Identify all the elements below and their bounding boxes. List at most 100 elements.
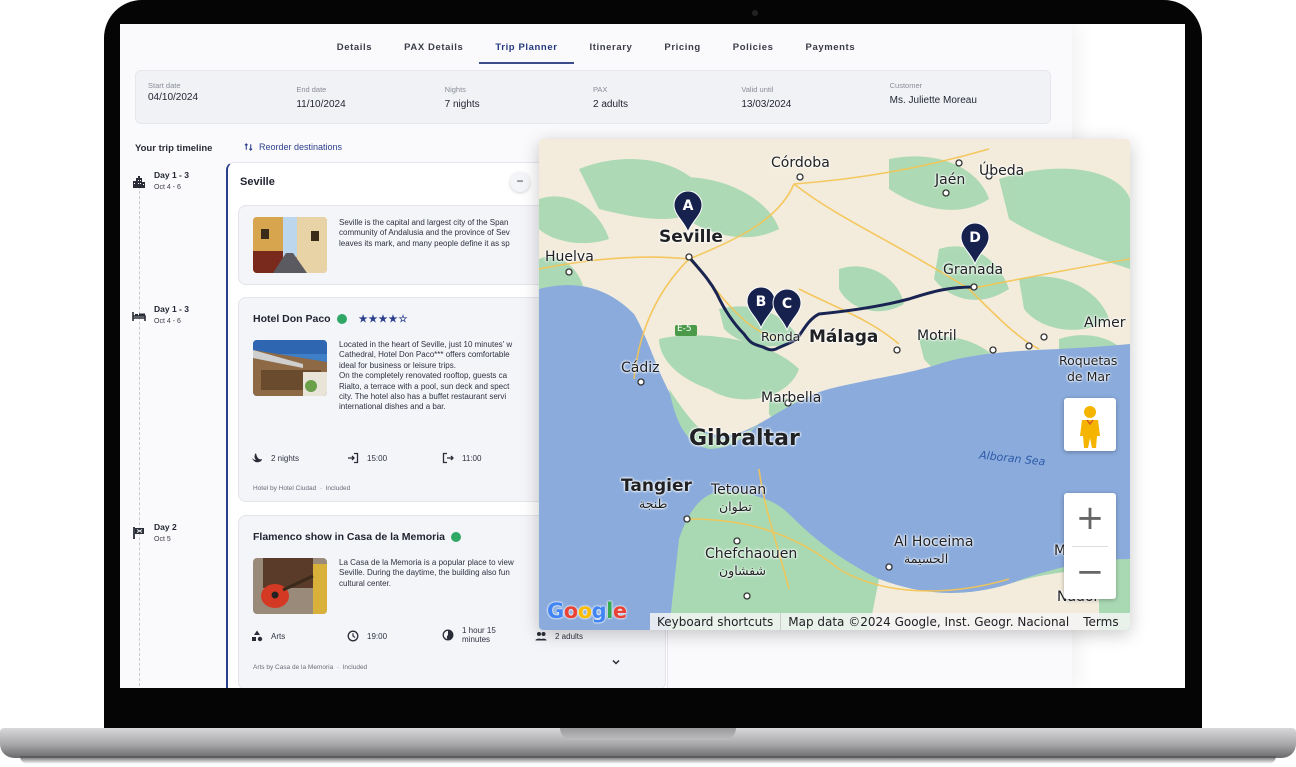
summary-label: Valid until [741, 85, 774, 94]
map-label-cadiz: Cádiz [621, 360, 660, 376]
summary-value: 7 nights [444, 99, 480, 110]
activity-title: Flamenco show in Casa de la Memoria [253, 531, 461, 543]
laptop-mockup: Details PAX Details Trip Planner Itinera… [0, 0, 1296, 767]
hotel-nights: 2 nights [251, 452, 299, 464]
people-icon [535, 632, 547, 641]
zoom-in-button[interactable]: + [1064, 493, 1116, 545]
summary-label: Nights [444, 85, 466, 94]
activity-duration: 1 hour 15 minutes [442, 626, 496, 644]
flag-icon [133, 527, 144, 539]
activity-provider: Arts by Casa de la Memoria · Included [253, 664, 368, 671]
map-label-tangier: Tangier [621, 476, 692, 496]
pegman-icon [1080, 406, 1100, 448]
map-attribution-bar: Keyboard shortcuts Map data ©2024 Google… [650, 613, 1130, 630]
day-label: Day 1 - 3 [154, 170, 189, 180]
category-shapes-icon [252, 630, 263, 642]
inclusion-status: Included [342, 664, 368, 671]
terms-link[interactable]: Terms [1076, 615, 1125, 629]
reorder-icon [244, 143, 253, 151]
summary-label: Customer [889, 81, 923, 90]
map-label-ubeda: Úbeda [979, 163, 1025, 179]
activity-pax: 2 adults [535, 630, 583, 642]
tab-pricing[interactable]: Pricing [648, 24, 716, 64]
reorder-label: Reorder destinations [259, 142, 343, 152]
summary-value: 11/10/2024 [296, 99, 346, 110]
tab-policies[interactable]: Policies [717, 24, 790, 64]
summary-pax: PAX 2 adults [593, 71, 741, 123]
keyboard-shortcuts-link[interactable]: Keyboard shortcuts [650, 615, 780, 629]
confirmed-status-icon [336, 314, 347, 324]
provider-name: Hotel by Hotel Ciudad [253, 485, 317, 492]
summary-label: End date [296, 85, 327, 94]
nights-value: 2 nights [271, 453, 300, 463]
reorder-destinations-button[interactable]: Reorder destinations [244, 142, 342, 152]
pax-value: 2 adults [555, 631, 584, 641]
tab-details[interactable]: Details [321, 24, 388, 64]
confirmed-status-icon [450, 532, 461, 542]
chevron-down-icon[interactable] [611, 657, 621, 667]
map-label-tangier-ar: طنجة [639, 496, 668, 511]
map-label-huelva: Huelva [545, 249, 594, 265]
map-label-chefchaouen-ar: شفشاون [719, 563, 766, 578]
summary-value: Ms. Juliette Moreau [889, 95, 977, 106]
hotel-image [253, 340, 327, 396]
logo-letter: G [547, 599, 564, 623]
flamenco-image [253, 558, 327, 614]
checkout-icon [442, 452, 454, 464]
tab-itinerary[interactable]: Itinerary [574, 24, 649, 64]
marker-letter: A [683, 198, 694, 214]
summary-label: PAX [592, 85, 608, 94]
activity-time: 19:00 [347, 630, 387, 642]
duration-value: 1 hour 15 minutes [462, 626, 496, 644]
marker-letter: B [756, 294, 767, 310]
moon-icon [252, 453, 262, 463]
category-value: Arts [271, 631, 286, 641]
logo-letter: e [612, 599, 627, 623]
marker-letter: C [782, 296, 792, 312]
day-label: Day 2 [154, 522, 177, 532]
logo-letter: g [591, 599, 607, 623]
logo-letter: o [563, 599, 578, 623]
tab-bar: Details PAX Details Trip Planner Itinera… [120, 24, 1072, 64]
provider-name: Arts by Casa de la Memoria [253, 664, 334, 671]
laptop-shadow [20, 756, 1276, 764]
summary-valid-until: Valid until 13/03/2024 [741, 71, 889, 123]
timeline-title: Your trip timeline [135, 143, 213, 154]
city-icon [133, 176, 145, 188]
summary-customer: Customer Ms. Juliette Moreau [890, 71, 1038, 123]
map-canvas[interactable] [539, 139, 1130, 630]
tab-payments[interactable]: Payments [790, 24, 872, 64]
route-map[interactable]: Córdoba Jaén Úbeda Seville Huelva Granad… [539, 139, 1130, 630]
zoom-out-button[interactable]: − [1064, 547, 1116, 599]
map-marker-d[interactable]: D [960, 222, 990, 266]
google-logo[interactable]: Google [547, 599, 627, 623]
checkin-icon [348, 452, 359, 464]
destination-title: Seville [240, 176, 275, 188]
map-label-jaen: Jaén [935, 172, 966, 188]
collapse-button[interactable]: − [510, 172, 530, 192]
hotel-provider: Hotel by Hotel Ciudad · Included [253, 485, 351, 492]
tab-trip-planner[interactable]: Trip Planner [479, 24, 574, 64]
map-label-cordoba: Córdoba [771, 155, 830, 171]
hotel-checkin: 15:00 [347, 452, 387, 464]
day-dates: Oct 5 [154, 536, 171, 543]
street-view-pegman-button[interactable] [1064, 398, 1116, 451]
map-label-marbella: Marbella [761, 390, 822, 406]
map-label-al-hoceima-ar: الحسيمة [904, 551, 949, 566]
map-marker-a[interactable]: A [673, 190, 703, 234]
summary-end-date: End date 11/10/2024 [296, 71, 444, 123]
duration-line: minutes [462, 635, 491, 644]
map-label-roquetas-2: de Mar [1067, 369, 1111, 384]
camera [752, 10, 758, 16]
logo-letter: l [606, 599, 613, 623]
summary-value: 04/10/2024 [148, 92, 199, 103]
map-label-gibraltar: Gibraltar [689, 426, 800, 451]
summary-nights: Nights 7 nights [445, 71, 593, 123]
summary-start-date: Start date 04/10/2024 [148, 71, 296, 123]
map-marker-c[interactable]: C [772, 288, 802, 332]
activity-name: Flamenco show in Casa de la Memoria [253, 531, 445, 543]
tab-pax-details[interactable]: PAX Details [388, 24, 479, 64]
highway-shield: E-5 [677, 324, 692, 334]
bed-icon [132, 312, 146, 321]
map-label-tetouan-ar: تطوان [719, 499, 752, 514]
